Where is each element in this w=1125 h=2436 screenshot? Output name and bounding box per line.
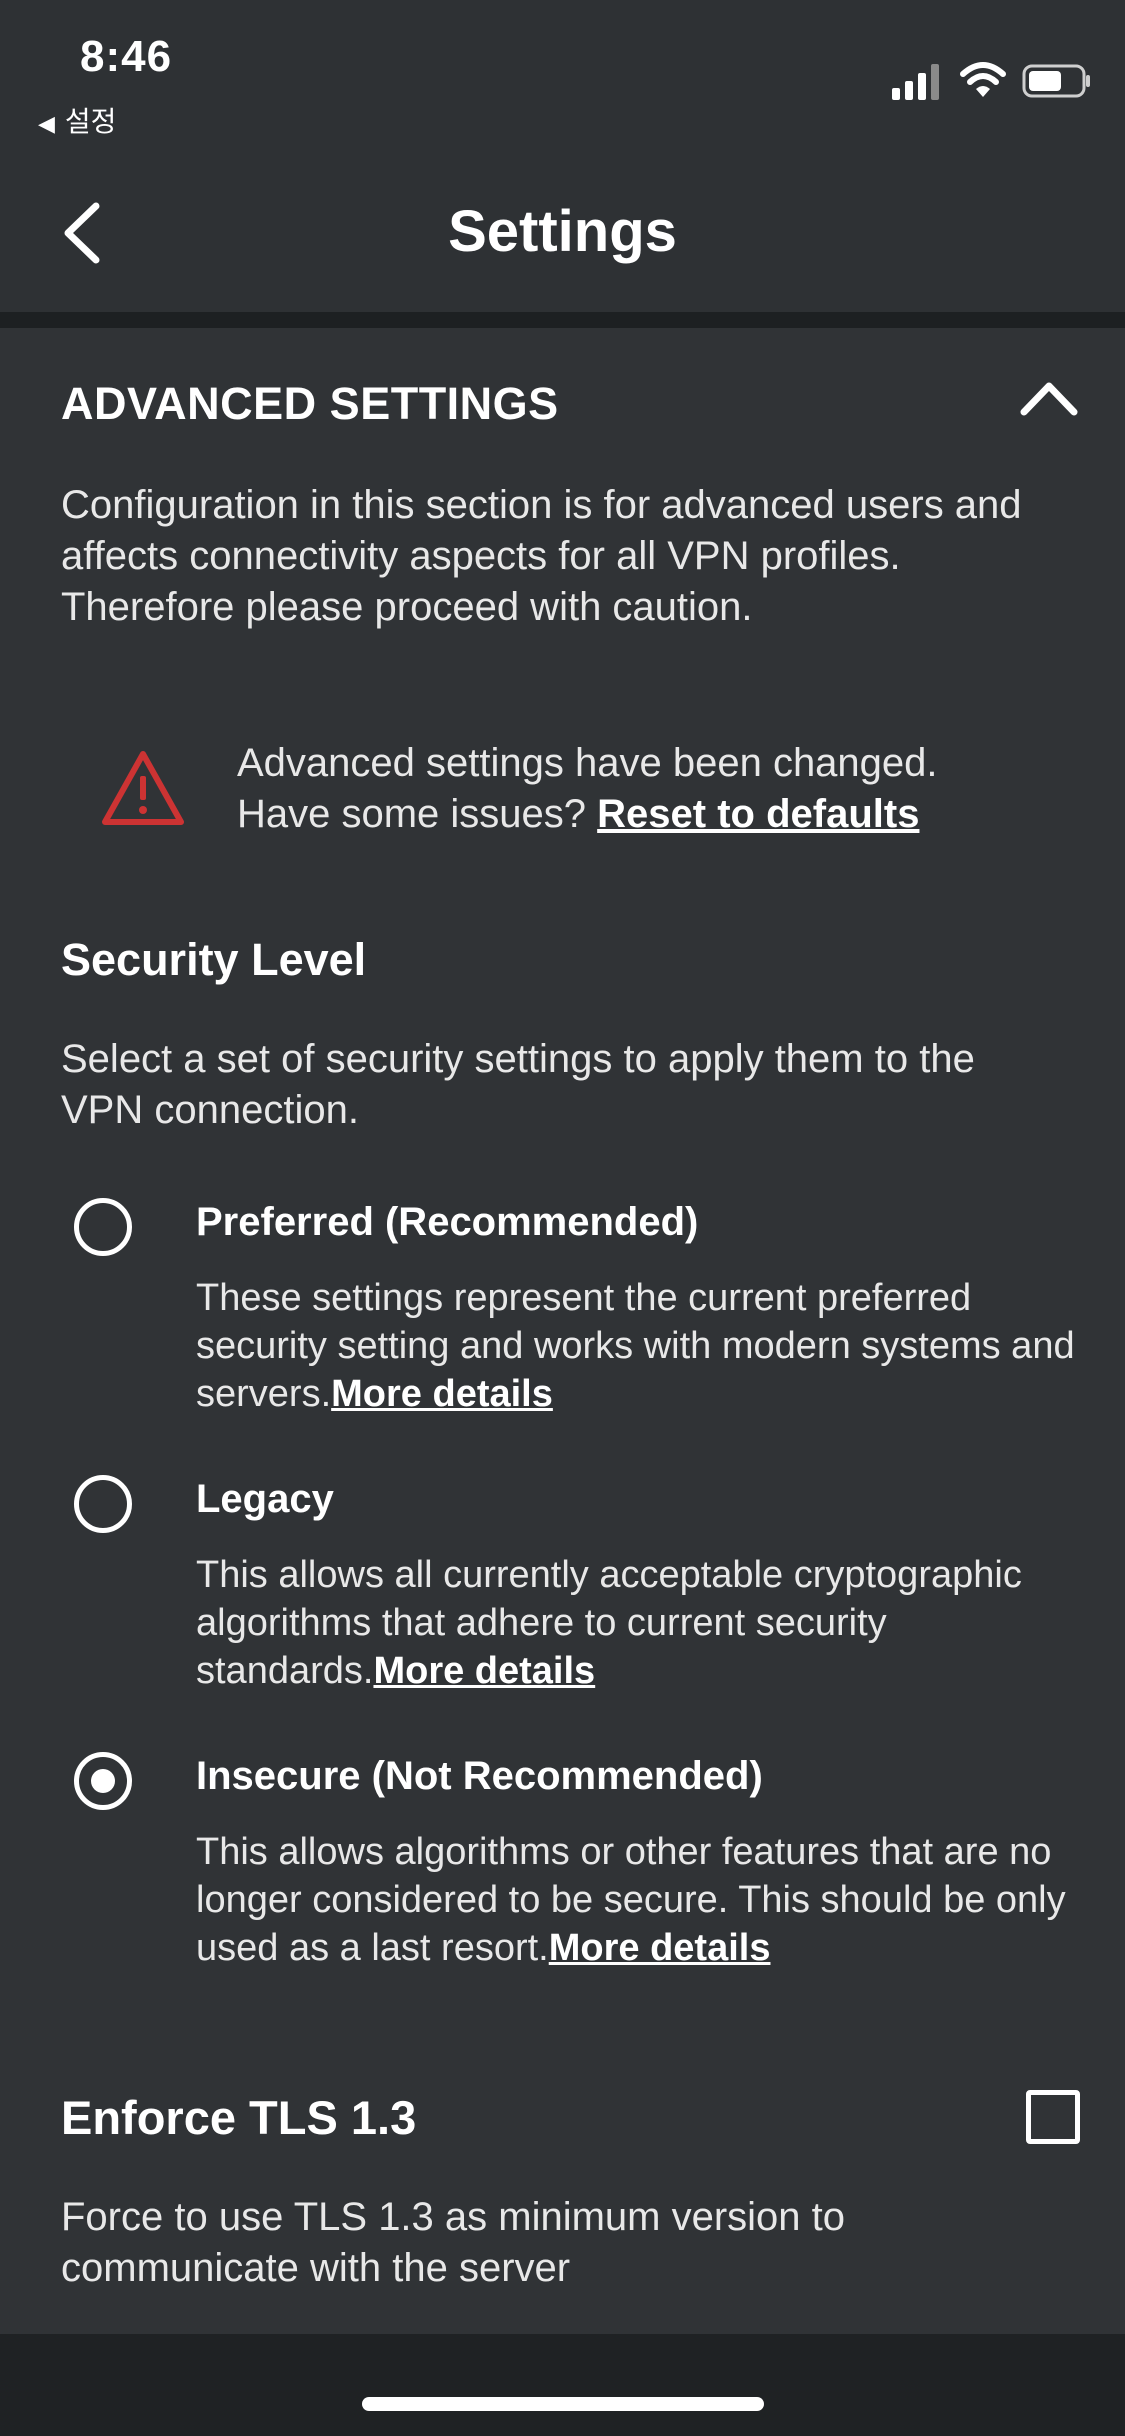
- warning-line-2: Have some issues?: [237, 792, 598, 836]
- radio-selected-dot: [91, 1769, 115, 1793]
- section-heading: ADVANCED SETTINGS: [61, 378, 559, 429]
- navigation-bar: Settings: [0, 150, 1125, 312]
- option-title: Preferred (Recommended): [196, 1200, 699, 1244]
- security-level-description: Select a set of security settings to app…: [61, 1037, 975, 1132]
- security-level-heading: Security Level: [61, 934, 367, 985]
- more-details-link[interactable]: More details: [549, 1927, 771, 1969]
- option-description: These settings represent the current pre…: [196, 1274, 1096, 1418]
- option-description-text: These settings represent the current pre…: [196, 1277, 1075, 1415]
- option-title: Insecure (Not Recommended): [196, 1754, 763, 1798]
- warning-line-1: Advanced settings have been changed.: [237, 741, 938, 785]
- back-app-label: 설정: [64, 106, 117, 137]
- more-details-link[interactable]: More details: [373, 1650, 595, 1692]
- header-divider: [0, 312, 1125, 328]
- option-description: This allows all currently acceptable cry…: [196, 1551, 1096, 1695]
- chevron-up-icon[interactable]: [1018, 378, 1080, 418]
- status-time: 8:46: [80, 32, 173, 81]
- battery-icon: [1022, 64, 1090, 98]
- reset-to-defaults-link[interactable]: Reset to defaults: [597, 792, 919, 836]
- wifi-icon: [960, 62, 1006, 97]
- warning-triangle-icon: [102, 751, 184, 825]
- status-bar: 8:46 ◀ 설정: [0, 0, 1125, 150]
- warning-message: Advanced settings have been changed. Hav…: [237, 738, 1087, 840]
- radio-legacy[interactable]: [74, 1475, 132, 1533]
- more-details-link[interactable]: More details: [331, 1373, 553, 1415]
- bottom-bar: [0, 2334, 1125, 2436]
- radio-preferred[interactable]: [74, 1198, 132, 1256]
- advanced-settings-section: ADVANCED SETTINGS Configuration in this …: [0, 328, 1125, 1334]
- option-description: This allows algorithms or other features…: [196, 1828, 1096, 1972]
- back-triangle-icon: ◀: [38, 111, 55, 136]
- enforce-tls-description: Force to use TLS 1.3 as minimum version …: [61, 2195, 846, 2290]
- back-to-app-link[interactable]: ◀ 설정: [38, 100, 116, 140]
- home-indicator[interactable]: [362, 2397, 764, 2411]
- page-title: Settings: [448, 199, 677, 264]
- option-description-text: This allows all currently acceptable cry…: [196, 1554, 1022, 1692]
- radio-insecure[interactable]: [74, 1752, 132, 1810]
- section-description: Configuration in this section is for adv…: [61, 483, 1022, 629]
- enforce-tls-heading: Enforce TLS 1.3: [61, 2091, 417, 2144]
- signal-icon: [892, 64, 939, 100]
- enforce-tls-checkbox[interactable]: [1026, 2090, 1080, 2144]
- option-title: Legacy: [196, 1477, 334, 1521]
